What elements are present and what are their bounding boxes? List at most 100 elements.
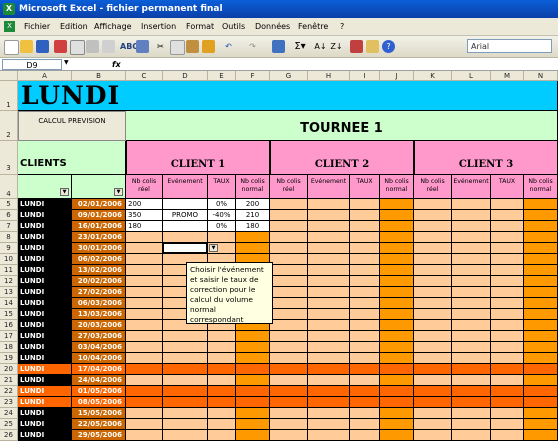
data-cell[interactable] [208,342,236,353]
column-header-c[interactable]: C [126,71,163,81]
data-cell[interactable] [208,419,236,430]
data-cell[interactable] [350,199,380,210]
data-cell[interactable] [350,221,380,232]
data-cell[interactable] [350,353,380,364]
print-preview-icon[interactable] [102,40,115,53]
data-cell[interactable] [452,364,491,375]
data-cell[interactable] [270,199,308,210]
data-cell[interactable] [308,276,350,287]
day-cell[interactable]: LUNDI [18,375,72,386]
data-cell[interactable] [524,276,558,287]
data-cell[interactable] [163,430,208,441]
data-cell[interactable]: 200 [126,199,163,210]
date-cell[interactable]: 16/01/2006 [72,221,126,232]
data-cell[interactable] [126,364,163,375]
data-cell[interactable] [163,221,208,232]
data-cell[interactable] [236,430,270,441]
date-cell[interactable]: 06/02/2006 [72,254,126,265]
day-cell[interactable]: LUNDI [18,276,72,287]
clients-label-cell[interactable]: CLIENTS [18,141,126,175]
data-cell[interactable] [452,320,491,331]
hyperlink-icon[interactable] [272,40,285,53]
data-cell[interactable] [236,342,270,353]
data-cell[interactable] [350,375,380,386]
data-cell[interactable]: 180 [126,221,163,232]
data-cell[interactable] [524,221,558,232]
data-cell[interactable] [491,232,524,243]
data-cell[interactable] [308,386,350,397]
fx-icon[interactable]: fx [112,58,121,71]
data-cell[interactable] [270,320,308,331]
date-cell[interactable]: 15/05/2006 [72,408,126,419]
row-header[interactable]: 7 [0,221,18,232]
data-cell[interactable] [491,287,524,298]
data-cell[interactable] [414,232,452,243]
row-header[interactable]: 8 [0,232,18,243]
data-cell[interactable]: 0% [208,199,236,210]
data-cell[interactable] [524,419,558,430]
date-cell[interactable]: 20/03/2006 [72,320,126,331]
column-header-l[interactable]: L [452,71,491,81]
data-cell[interactable] [163,408,208,419]
data-cell[interactable] [452,243,491,254]
data-cell[interactable] [491,364,524,375]
data-cell[interactable] [452,386,491,397]
data-cell[interactable] [308,408,350,419]
data-cell[interactable] [414,386,452,397]
data-cell[interactable] [236,419,270,430]
data-cell[interactable] [524,287,558,298]
tournee-cell[interactable]: TOURNEE 1 [126,111,558,141]
data-cell[interactable] [308,254,350,265]
data-cell[interactable] [208,364,236,375]
data-cell[interactable] [491,298,524,309]
column-header-h[interactable]: H [308,71,350,81]
drawing-icon[interactable] [366,40,379,53]
data-cell[interactable] [126,430,163,441]
print-icon[interactable] [86,40,99,53]
data-cell[interactable] [208,430,236,441]
data-cell[interactable] [163,397,208,408]
data-cell[interactable] [524,243,558,254]
data-cell[interactable] [414,419,452,430]
data-cell[interactable] [491,221,524,232]
data-cell[interactable] [380,419,414,430]
filter-cell-day[interactable]: ▼ [18,175,72,199]
data-cell[interactable] [308,243,350,254]
data-cell[interactable] [452,353,491,364]
data-cell[interactable] [380,408,414,419]
email-icon[interactable] [70,40,85,55]
data-cell[interactable] [270,331,308,342]
data-cell[interactable] [414,331,452,342]
data-cell[interactable] [414,254,452,265]
data-cell[interactable] [270,298,308,309]
data-cell[interactable] [452,221,491,232]
data-cell[interactable] [126,276,163,287]
day-cell[interactable]: LUNDI [18,353,72,364]
data-cell[interactable] [380,375,414,386]
data-cell[interactable] [126,320,163,331]
data-cell[interactable] [163,199,208,210]
autosum-icon[interactable]: Σ▾ [290,40,310,53]
data-cell[interactable] [491,375,524,386]
row-header[interactable]: 9 [0,243,18,254]
data-cell[interactable] [236,408,270,419]
row-header[interactable]: 15 [0,309,18,320]
data-cell[interactable] [308,353,350,364]
data-cell[interactable] [414,199,452,210]
day-cell[interactable]: LUNDI [18,408,72,419]
data-cell[interactable] [380,232,414,243]
data-cell[interactable] [308,221,350,232]
data-cell[interactable] [452,265,491,276]
data-cell[interactable] [126,419,163,430]
data-cell[interactable] [350,364,380,375]
data-cell[interactable] [236,364,270,375]
menu-edition[interactable]: Edition [60,22,88,31]
row-header[interactable]: 1 [0,81,18,111]
data-cell[interactable] [524,232,558,243]
data-cell[interactable] [380,353,414,364]
date-cell[interactable]: 08/05/2006 [72,397,126,408]
data-cell[interactable] [524,386,558,397]
data-cell[interactable]: 210 [236,210,270,221]
data-cell[interactable] [208,375,236,386]
data-cell[interactable] [308,298,350,309]
